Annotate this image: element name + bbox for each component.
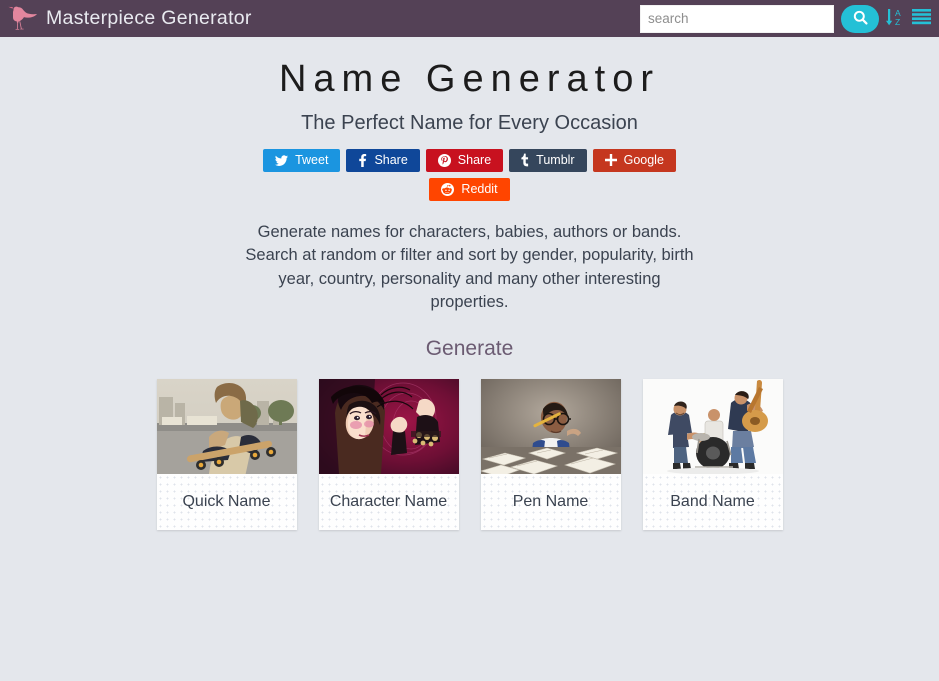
share-button-label: Tumblr	[536, 153, 575, 168]
search-input[interactable]	[640, 4, 834, 33]
share-button-facebook[interactable]: Share	[346, 148, 420, 172]
generator-card-band-name[interactable]: Band Name	[642, 378, 783, 530]
social-share-row-1: Tweet Share Share Tumblr Google	[0, 148, 939, 172]
generator-card-pen-name[interactable]: Pen Name	[480, 378, 621, 530]
gothic-fantasy-portrait-photo	[318, 378, 459, 474]
share-button-reddit[interactable]: Reddit	[429, 177, 510, 201]
generator-card-label: Pen Name	[480, 473, 621, 530]
writer-with-books-photo	[480, 378, 621, 474]
menu-button[interactable]	[912, 8, 931, 29]
svg-text:Z: Z	[895, 17, 900, 27]
share-button-label: Google	[623, 153, 664, 168]
share-button-label: Reddit	[461, 182, 498, 197]
share-button-label: Share	[374, 153, 408, 168]
sort-button[interactable]: A Z	[886, 7, 905, 30]
header-tools: A Z	[640, 4, 931, 33]
share-button-tweet[interactable]: Tweet	[263, 148, 341, 172]
generator-card-character-name[interactable]: Character Name	[318, 378, 459, 530]
reddit-alien-icon	[441, 182, 455, 196]
sort-alpha-down-icon: A Z	[886, 7, 905, 30]
generator-card-label: Band Name	[642, 473, 783, 530]
list-menu-icon	[912, 8, 931, 29]
section-heading-generate: Generate	[425, 336, 514, 360]
tumblr-icon	[521, 153, 529, 167]
skateboarder-photo	[156, 378, 297, 474]
page-description: Generate names for characters, babies, a…	[245, 222, 694, 312]
facebook-icon	[358, 153, 367, 167]
google-plus-icon	[604, 154, 617, 167]
social-share-row-2: Reddit	[0, 177, 939, 201]
share-button-label: Share	[457, 153, 492, 168]
page-body: Name Generator The Perfect Name for Ever…	[0, 58, 939, 530]
page-title: Name Generator	[278, 58, 660, 100]
generator-card-quick-name[interactable]: Quick Name	[156, 378, 297, 530]
brand-title: Masterpiece Generator	[46, 7, 252, 29]
band-playing-photo	[642, 378, 783, 474]
share-button-pinterest[interactable]: Share	[425, 148, 504, 172]
twitter-bird-icon	[275, 155, 289, 166]
generator-card-label: Character Name	[318, 473, 459, 530]
share-button-tumblr[interactable]: Tumblr	[509, 148, 587, 172]
brand-logo-link[interactable]: Masterpiece Generator	[4, 3, 252, 35]
share-button-google[interactable]: Google	[592, 148, 676, 172]
main-content: Name Generator The Perfect Name for Ever…	[0, 58, 939, 530]
search-button[interactable]	[841, 4, 879, 33]
page-subtitle: The Perfect Name for Every Occasion	[301, 111, 638, 134]
social-share-bar: Tweet Share Share Tumblr Google Reddit	[0, 148, 939, 201]
generator-card-grid: Quick Name Character Name Pen Name Band …	[0, 378, 939, 530]
share-button-label: Tweet	[295, 153, 329, 168]
search-icon	[852, 9, 869, 29]
pinterest-icon	[437, 153, 451, 167]
generator-card-label: Quick Name	[156, 473, 297, 530]
top-navigation-bar: Masterpiece Generator A Z	[0, 0, 939, 37]
flamingo-icon	[4, 3, 40, 35]
